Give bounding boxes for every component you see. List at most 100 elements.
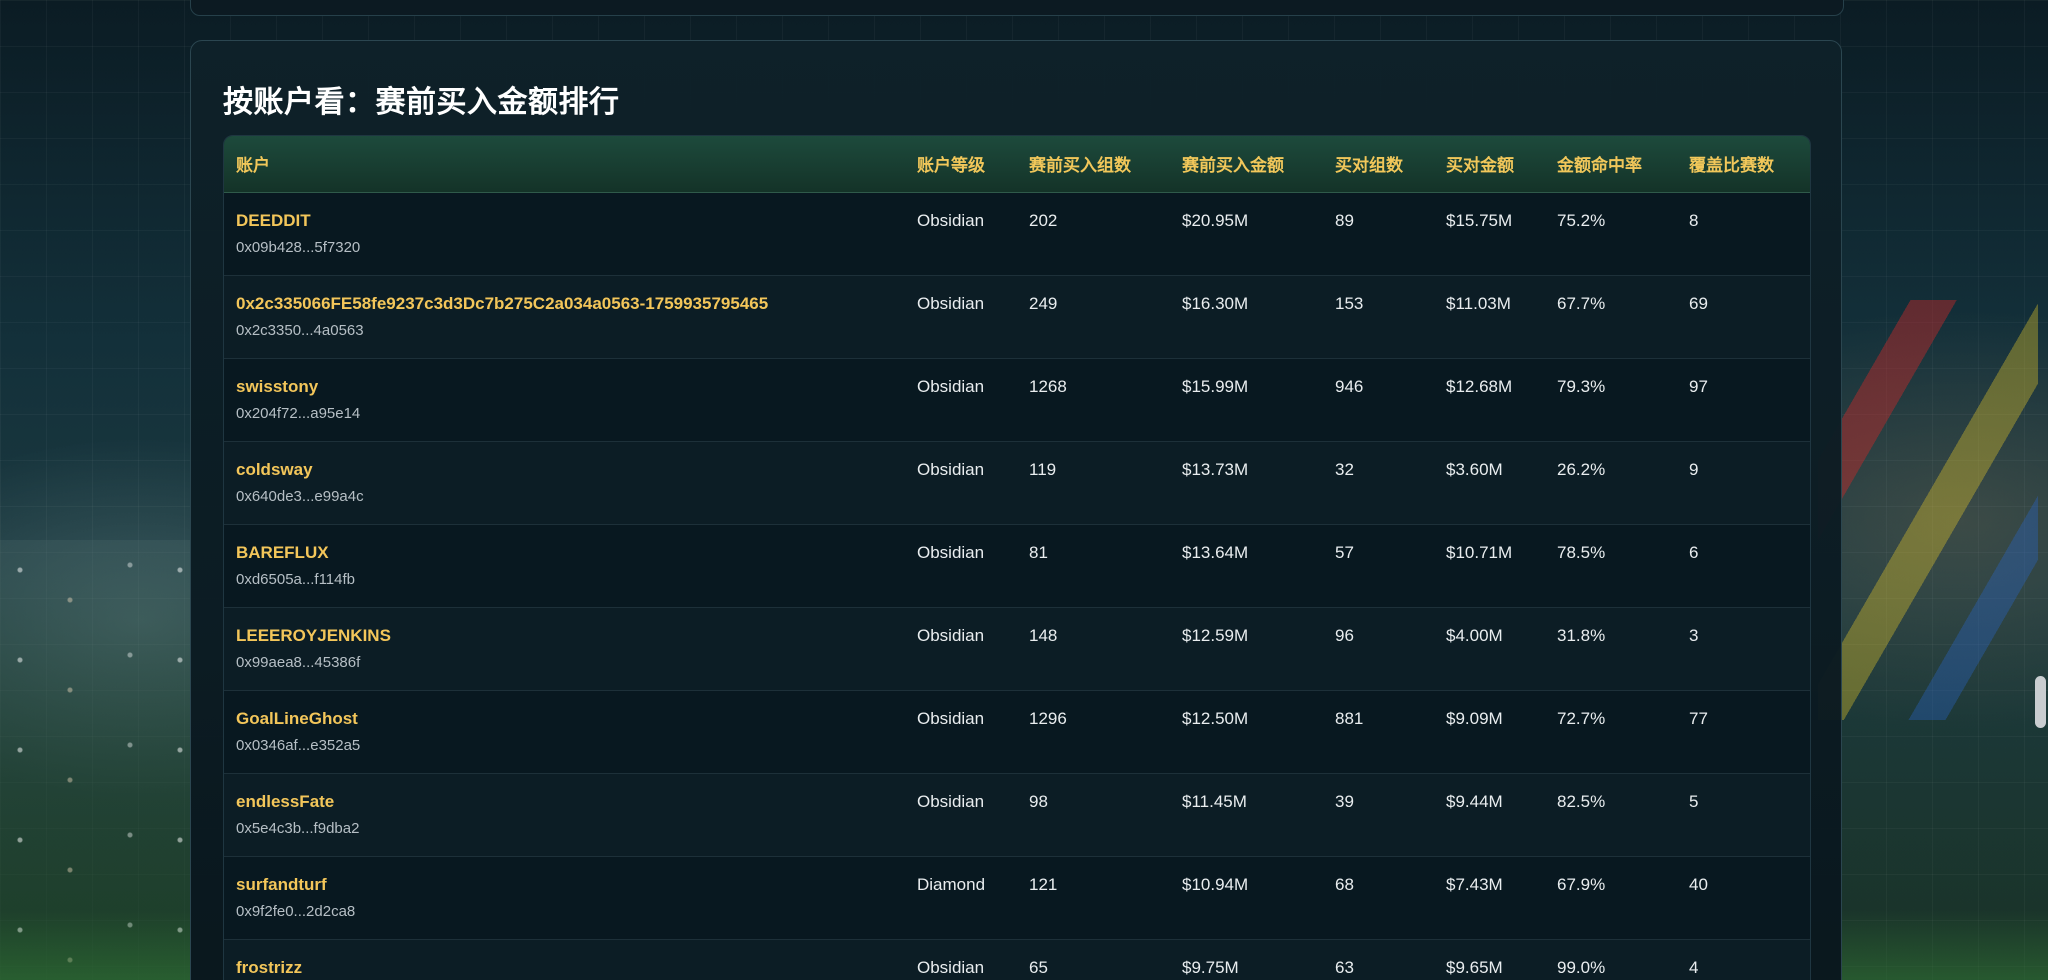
table-row: BAREFLUX 0xd6505a...f114fb Obsidian 81 $13.6… <box>224 524 1810 608</box>
matches-cell: 69 <box>1677 275 1810 359</box>
pre-count-cell: 65 <box>1017 939 1170 980</box>
table-row: GoalLineGhost 0x0346af...e352a5 Obsidian 12… <box>224 690 1810 774</box>
previous-panel <box>190 0 1844 16</box>
header-correct-count[interactable]: 买对组数 <box>1323 136 1434 193</box>
hit-rate-cell: 99.0% <box>1545 939 1677 980</box>
correct-count-cell: 32 <box>1323 441 1434 525</box>
account-cell: surfandturf 0x9f2fe0...2d2ca8 <box>224 856 905 940</box>
pre-amount-cell: $12.59M <box>1170 607 1323 691</box>
header-matches[interactable]: 覆盖比赛数 <box>1677 136 1810 193</box>
account-address: 0x9f2fe0...2d2ca8 <box>236 902 356 920</box>
account-name-link[interactable]: endlessFate <box>236 792 905 812</box>
hit-rate-cell: 67.9% <box>1545 856 1677 940</box>
correct-count-cell: 57 <box>1323 524 1434 608</box>
account-name-link[interactable]: surfandturf <box>236 875 905 895</box>
level-cell: Obsidian <box>905 607 1017 691</box>
account-address: 0xd6505a...f114fb <box>236 570 355 588</box>
correct-amount-cell: $9.09M <box>1434 690 1545 774</box>
level-cell: Obsidian <box>905 524 1017 608</box>
level-cell: Obsidian <box>905 939 1017 980</box>
correct-count-cell: 153 <box>1323 275 1434 359</box>
correct-count-cell: 39 <box>1323 773 1434 857</box>
correct-amount-cell: $9.65M <box>1434 939 1545 980</box>
account-name-link[interactable]: frostrizz <box>236 958 905 978</box>
header-pre-amount[interactable]: 赛前买入金额 <box>1170 136 1323 193</box>
correct-amount-cell: $10.71M <box>1434 524 1545 608</box>
account-address: 0x5e4c3b...f9dba2 <box>236 819 360 837</box>
account-name-link[interactable]: 0x2c335066FE58fe9237c3d3Dc7b275C2a034a05… <box>236 294 905 314</box>
correct-count-cell: 68 <box>1323 856 1434 940</box>
pre-count-cell: 249 <box>1017 275 1170 359</box>
level-cell: Obsidian <box>905 773 1017 857</box>
section-title: 按账户看：赛前买入金额排行 <box>223 85 620 120</box>
header-account[interactable]: 账户 <box>224 136 905 193</box>
pre-amount-cell: $10.94M <box>1170 856 1323 940</box>
pre-count-cell: 148 <box>1017 607 1170 691</box>
page-scrollbar[interactable] <box>2030 0 2048 980</box>
hit-rate-cell: 26.2% <box>1545 441 1677 525</box>
correct-count-cell: 946 <box>1323 358 1434 442</box>
matches-cell: 97 <box>1677 358 1810 442</box>
correct-amount-cell: $9.44M <box>1434 773 1545 857</box>
account-ranking-panel: 按账户看：赛前买入金额排行 账户 账户等级 赛前买入组数 赛前买入金额 买对组数 <box>190 40 1842 980</box>
pre-amount-cell: $12.50M <box>1170 690 1323 774</box>
matches-cell: 9 <box>1677 441 1810 525</box>
correct-amount-cell: $11.03M <box>1434 275 1545 359</box>
account-address: 0x2c3350...4a0563 <box>236 321 364 339</box>
hit-rate-cell: 67.7% <box>1545 275 1677 359</box>
account-address: 0x0346af...e352a5 <box>236 736 361 754</box>
account-cell: 0x2c335066FE58fe9237c3d3Dc7b275C2a034a05… <box>224 275 905 359</box>
table-row: swisstony 0x204f72...a95e14 Obsidian 1268 $1… <box>224 358 1810 442</box>
account-address: 0x09b428...5f7320 <box>236 238 361 256</box>
header-hit-rate[interactable]: 金额命中率 <box>1545 136 1677 193</box>
matches-cell: 3 <box>1677 607 1810 691</box>
pre-amount-cell: $13.64M <box>1170 524 1323 608</box>
account-name-link[interactable]: DEEDDIT <box>236 211 905 231</box>
table-row: coldsway 0x640de3...e99a4c Obsidian 119 $13.… <box>224 441 1810 525</box>
correct-count-cell: 89 <box>1323 192 1434 276</box>
level-cell: Diamond <box>905 856 1017 940</box>
table-row: LEEEROYJENKINS 0x99aea8...45386f Obsidian 1… <box>224 607 1810 691</box>
pre-count-cell: 1296 <box>1017 690 1170 774</box>
pre-count-cell: 202 <box>1017 192 1170 276</box>
matches-cell: 8 <box>1677 192 1810 276</box>
matches-cell: 77 <box>1677 690 1810 774</box>
table-row: 0x2c335066FE58fe9237c3d3Dc7b275C2a034a05… <box>224 275 1810 359</box>
table-row: frostrizz Obsidian 65 $9.75M 63 $9.65M 99.0% 4 <box>224 939 1810 980</box>
account-address: 0x204f72...a95e14 <box>236 404 361 422</box>
account-name-link[interactable]: coldsway <box>236 460 905 480</box>
header-correct-amount[interactable]: 买对金额 <box>1434 136 1545 193</box>
level-cell: Obsidian <box>905 192 1017 276</box>
correct-amount-cell: $12.68M <box>1434 358 1545 442</box>
stadium-flags-decoration <box>1818 300 2038 720</box>
correct-count-cell: 96 <box>1323 607 1434 691</box>
ranking-table-container: 账户 账户等级 赛前买入组数 赛前买入金额 买对组数 买对金额 金额命中率 覆盖… <box>223 135 1811 980</box>
account-address: 0x640de3...e99a4c <box>236 487 364 505</box>
scrollbar-thumb[interactable] <box>2035 676 2046 728</box>
hit-rate-cell: 79.3% <box>1545 358 1677 442</box>
pre-amount-cell: $15.99M <box>1170 358 1323 442</box>
correct-count-cell: 63 <box>1323 939 1434 980</box>
account-name-link[interactable]: LEEEROYJENKINS <box>236 626 905 646</box>
correct-amount-cell: $7.43M <box>1434 856 1545 940</box>
header-level[interactable]: 账户等级 <box>905 136 1017 193</box>
pre-amount-cell: $13.73M <box>1170 441 1323 525</box>
header-pre-count[interactable]: 赛前买入组数 <box>1017 136 1170 193</box>
account-cell: coldsway 0x640de3...e99a4c <box>224 441 905 525</box>
level-cell: Obsidian <box>905 358 1017 442</box>
ranking-table: 账户 账户等级 赛前买入组数 赛前买入金额 买对组数 买对金额 金额命中率 覆盖… <box>224 136 1810 980</box>
account-cell: DEEDDIT 0x09b428...5f7320 <box>224 192 905 276</box>
account-name-link[interactable]: BAREFLUX <box>236 543 905 563</box>
table-row: surfandturf 0x9f2fe0...2d2ca8 Diamond 121 $1… <box>224 856 1810 940</box>
table-header-row: 账户 账户等级 赛前买入组数 赛前买入金额 买对组数 买对金额 金额命中率 覆盖… <box>224 136 1810 193</box>
table-row: DEEDDIT 0x09b428...5f7320 Obsidian 202 $20.9… <box>224 192 1810 276</box>
account-cell: frostrizz <box>224 939 905 980</box>
account-name-link[interactable]: swisstony <box>236 377 905 397</box>
correct-amount-cell: $4.00M <box>1434 607 1545 691</box>
level-cell: Obsidian <box>905 441 1017 525</box>
pre-count-cell: 81 <box>1017 524 1170 608</box>
account-name-link[interactable]: GoalLineGhost <box>236 709 905 729</box>
pre-count-cell: 98 <box>1017 773 1170 857</box>
correct-amount-cell: $15.75M <box>1434 192 1545 276</box>
pre-amount-cell: $9.75M <box>1170 939 1323 980</box>
